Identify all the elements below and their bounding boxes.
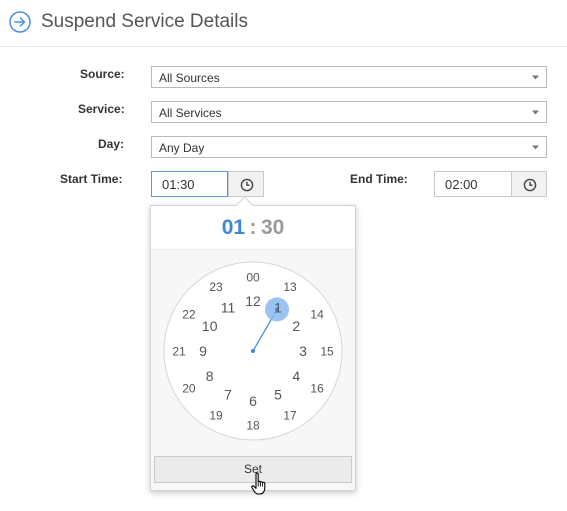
clock-center-dot [251, 349, 255, 353]
clock-picker-popover: 01 : 30 00 13 14 15 16 17 18 19 20 21 22 23 12 1 2 3 4 5 6… [150, 196, 356, 491]
clock-hours-display[interactable]: 01 [222, 216, 245, 239]
start-time-label: Start Time: [60, 172, 123, 186]
service-select[interactable]: All Services [151, 101, 547, 123]
clock-hour-inner-12[interactable]: 12 [245, 293, 261, 309]
clock-hour-inner-6[interactable]: 6 [249, 393, 257, 409]
clock-dial[interactable]: 00131415161718192021222312 1234567891011 [163, 261, 343, 441]
start-time-clock-button[interactable] [228, 171, 264, 197]
clock-hour-outer-18[interactable]: 18 [246, 418, 260, 432]
clock-hour-outer-13[interactable]: 13 [283, 280, 297, 294]
clock-minutes-display[interactable]: 30 [261, 216, 284, 239]
service-value: All Services [159, 106, 222, 120]
page-title: Suspend Service Details [41, 11, 248, 32]
clock-hour-inner-8[interactable]: 8 [206, 368, 214, 384]
end-time-label: End Time: [350, 172, 408, 186]
end-time-value: 02:00 [445, 177, 478, 192]
clock-hour-inner-3[interactable]: 3 [299, 343, 307, 359]
clock-hour-inner-4[interactable]: 4 [292, 368, 300, 384]
day-label: Day: [98, 137, 125, 151]
day-value: Any Day [159, 141, 205, 155]
clock-hour-outer-15[interactable]: 15 [320, 344, 334, 358]
page-header: Suspend Service Details [0, 0, 567, 47]
end-time-clock-button[interactable] [511, 171, 547, 197]
source-select[interactable]: All Sources [151, 66, 547, 88]
clock-hour-inner-5[interactable]: 5 [274, 386, 282, 402]
clock-hour-outer-21[interactable]: 21 [172, 344, 186, 358]
clock-hour-outer-00[interactable]: 00 [246, 270, 260, 284]
clock-hour-outer-23[interactable]: 23 [209, 280, 223, 294]
chevron-down-icon [532, 75, 539, 80]
clock-hour-inner-2[interactable]: 2 [292, 318, 300, 334]
clock-hour-outer-14[interactable]: 14 [310, 307, 324, 321]
clock-hour-outer-17[interactable]: 17 [283, 408, 297, 422]
clock-hour-outer-19[interactable]: 19 [209, 408, 223, 422]
clock-separator: : [249, 216, 257, 239]
end-time-input[interactable]: 02:00 [434, 171, 512, 197]
clock-hour-outer-16[interactable]: 16 [310, 381, 324, 395]
service-label: Service: [78, 102, 125, 116]
hand-pointer-cursor-icon [251, 472, 266, 495]
clock-hour-inner-9[interactable]: 9 [199, 343, 207, 359]
clock-icon [240, 178, 254, 192]
source-value: All Sources [159, 71, 220, 85]
clock-hour-outer-22[interactable]: 22 [182, 307, 196, 321]
start-time-value: 01:30 [162, 177, 195, 192]
chevron-down-icon [532, 145, 539, 150]
chevron-down-icon [532, 110, 539, 115]
source-label: Source: [80, 67, 125, 81]
arrow-circle-right-icon [9, 11, 31, 33]
clock-hour-inner-1[interactable]: 1 [274, 300, 282, 316]
start-time-input[interactable]: 01:30 [151, 171, 228, 197]
clock-picker-header: 01 : 30 [151, 206, 355, 250]
clock-hour-inner-10[interactable]: 10 [202, 318, 218, 334]
clock-hour-inner-11[interactable]: 11 [221, 300, 236, 316]
clock-hour-outer-20[interactable]: 20 [182, 381, 196, 395]
clock-hour-inner-7[interactable]: 7 [224, 386, 232, 402]
day-select[interactable]: Any Day [151, 136, 547, 158]
clock-icon [523, 178, 537, 192]
